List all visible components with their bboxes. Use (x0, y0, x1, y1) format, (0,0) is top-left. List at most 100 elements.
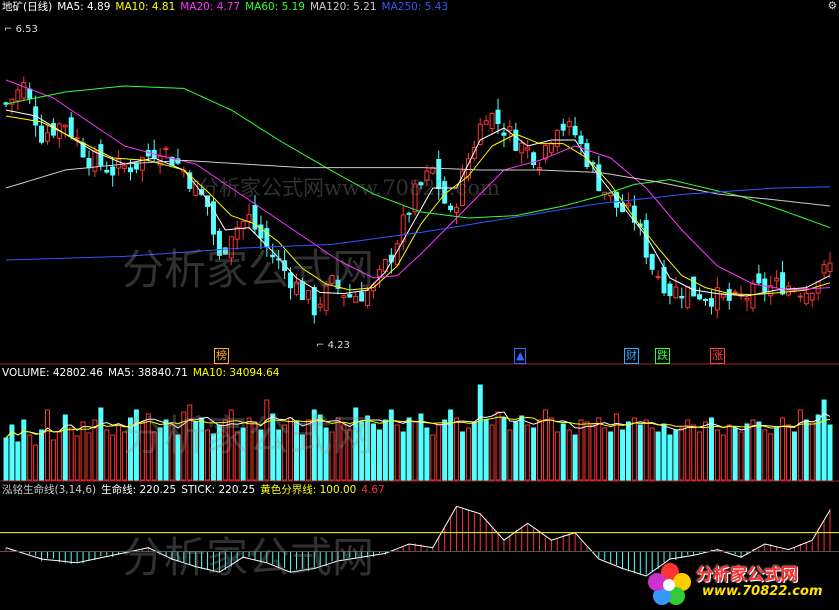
candle-body (803, 292, 809, 305)
candle-body (691, 276, 697, 297)
volume-bar (175, 434, 181, 481)
volume-bar (637, 424, 643, 481)
volume-bar (62, 414, 68, 481)
volume-bar (382, 419, 388, 481)
volume-bar (371, 423, 377, 481)
candle-body (127, 167, 133, 173)
candle-body (365, 290, 371, 306)
volume-bar (317, 414, 323, 481)
volume-bar (459, 431, 465, 481)
volume-bar (424, 427, 430, 481)
event-marker[interactable]: ▲ (514, 348, 527, 364)
candle-body (418, 182, 424, 186)
candle-body (44, 132, 50, 142)
volume-bar (620, 429, 626, 481)
ma-line-ma250 (5, 186, 831, 261)
volume-bar (697, 431, 703, 481)
candle-body (673, 286, 679, 299)
main-legend-item: MA120: 5.21 (309, 1, 377, 13)
candle-body (560, 123, 566, 131)
volume-bar (774, 427, 780, 481)
volume-bar (643, 419, 649, 481)
candle-body (815, 281, 821, 294)
candle-body (68, 117, 74, 138)
high-price-label: ⌐ 6.53 (4, 24, 38, 35)
volume-bar (74, 435, 80, 481)
volume-bar (412, 421, 418, 481)
main-legend-item: MA20: 4.77 (180, 1, 241, 13)
volume-bar (513, 421, 519, 481)
volume-bar (714, 429, 720, 481)
candle-body (299, 281, 305, 300)
volume-bar (228, 409, 234, 481)
indicator-legend-item: 黄色分界线: 100.00 (260, 484, 357, 496)
candle-body (649, 254, 655, 270)
main-legend-item: MA10: 4.81 (115, 1, 176, 13)
volume-bar (252, 421, 258, 481)
volume-bar (145, 413, 151, 481)
candle-body (519, 142, 525, 154)
main-legend-title: 地矿(日线) (2, 1, 53, 13)
logo-url: www.70822.com (702, 584, 823, 599)
volume-bar (122, 431, 128, 481)
candle-body (74, 137, 80, 140)
volume-bar (602, 427, 608, 481)
volume-bar (258, 429, 264, 481)
volume-bar (187, 404, 193, 481)
candle-body (572, 125, 578, 136)
candle-body (454, 207, 460, 213)
volume-bar (199, 417, 205, 481)
gear-icon[interactable]: ⚙ (828, 0, 837, 12)
volume-bar (827, 424, 833, 481)
volume-bar (756, 421, 762, 481)
volume-legend-item: VOLUME: 42802.46 (2, 367, 103, 379)
volume-bar (15, 441, 21, 481)
volume-bar (56, 431, 62, 481)
volume-bar (27, 434, 33, 481)
volume-bar (139, 421, 145, 481)
volume-bar (193, 421, 199, 481)
volume-bar (50, 439, 56, 481)
volume-bar (738, 431, 744, 481)
volume-bar (578, 419, 584, 481)
volume-bar (655, 431, 661, 481)
volume-bar (525, 424, 531, 481)
candle-body (359, 291, 365, 302)
candle-body (228, 236, 234, 259)
candle-body (525, 147, 531, 151)
volume-bar (465, 427, 471, 481)
candle-body (513, 129, 519, 151)
low-price-label: ⌐ 4.23 (316, 340, 350, 351)
candle-body (424, 170, 430, 181)
event-marker[interactable]: 涨 (710, 348, 725, 364)
candle-body (548, 142, 554, 153)
volume-bar (720, 434, 726, 481)
event-marker[interactable]: 跌 (655, 348, 670, 364)
stock-chart-window: 地矿(日线) MA5: 4.89 MA10: 4.81 MA20: 4.77 MA60:… (0, 0, 839, 610)
volume-bar (335, 417, 341, 481)
ma-line-ma20 (5, 79, 831, 291)
candle-body (436, 159, 442, 190)
candle-body (323, 284, 329, 311)
candle-body (110, 166, 116, 176)
candle-body (708, 298, 714, 307)
volume-bar (86, 432, 92, 481)
volume-bar (68, 427, 74, 481)
volume-bar (299, 434, 305, 481)
volume-bar (815, 414, 821, 481)
volume-bar (566, 429, 572, 481)
event-marker[interactable]: 榜 (214, 348, 229, 364)
candle-body (780, 272, 786, 295)
candle-body (679, 295, 685, 299)
candle-body (786, 285, 792, 296)
volume-bar (163, 419, 169, 481)
candle-body (578, 135, 584, 145)
candle-body (39, 125, 45, 143)
volume-bar (649, 427, 655, 481)
event-marker[interactable]: 财 (624, 348, 639, 364)
candle-body (655, 276, 661, 279)
volume-bar (661, 423, 667, 481)
volume-bar (264, 399, 270, 481)
volume-bar (282, 424, 288, 481)
candle-body (566, 121, 572, 128)
